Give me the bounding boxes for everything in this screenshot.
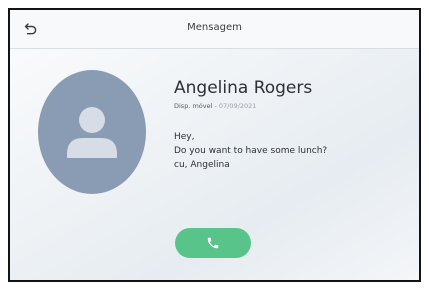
message-source: Disp. móvel xyxy=(174,102,213,110)
message-body: Hey, Do you want to have some lunch? cu,… xyxy=(174,130,327,172)
message-screen: Mensagem Angelina Rogers Disp. móvel - 0… xyxy=(8,8,421,282)
contact-name: Angelina Rogers xyxy=(174,78,313,98)
person-avatar-icon xyxy=(67,107,117,158)
call-button[interactable] xyxy=(175,228,251,258)
page-title: Mensagem xyxy=(187,22,242,33)
message-line: cu, Angelina xyxy=(174,160,230,170)
message-meta: Disp. móvel - 07/09/2021 xyxy=(174,102,256,110)
message-line: Do you want to have some lunch? xyxy=(174,146,328,156)
contact-avatar xyxy=(38,70,146,194)
header-bar: Mensagem xyxy=(10,10,419,49)
phone-icon xyxy=(207,237,219,249)
message-date: 07/09/2021 xyxy=(218,102,257,110)
message-line: Hey, xyxy=(174,132,195,142)
